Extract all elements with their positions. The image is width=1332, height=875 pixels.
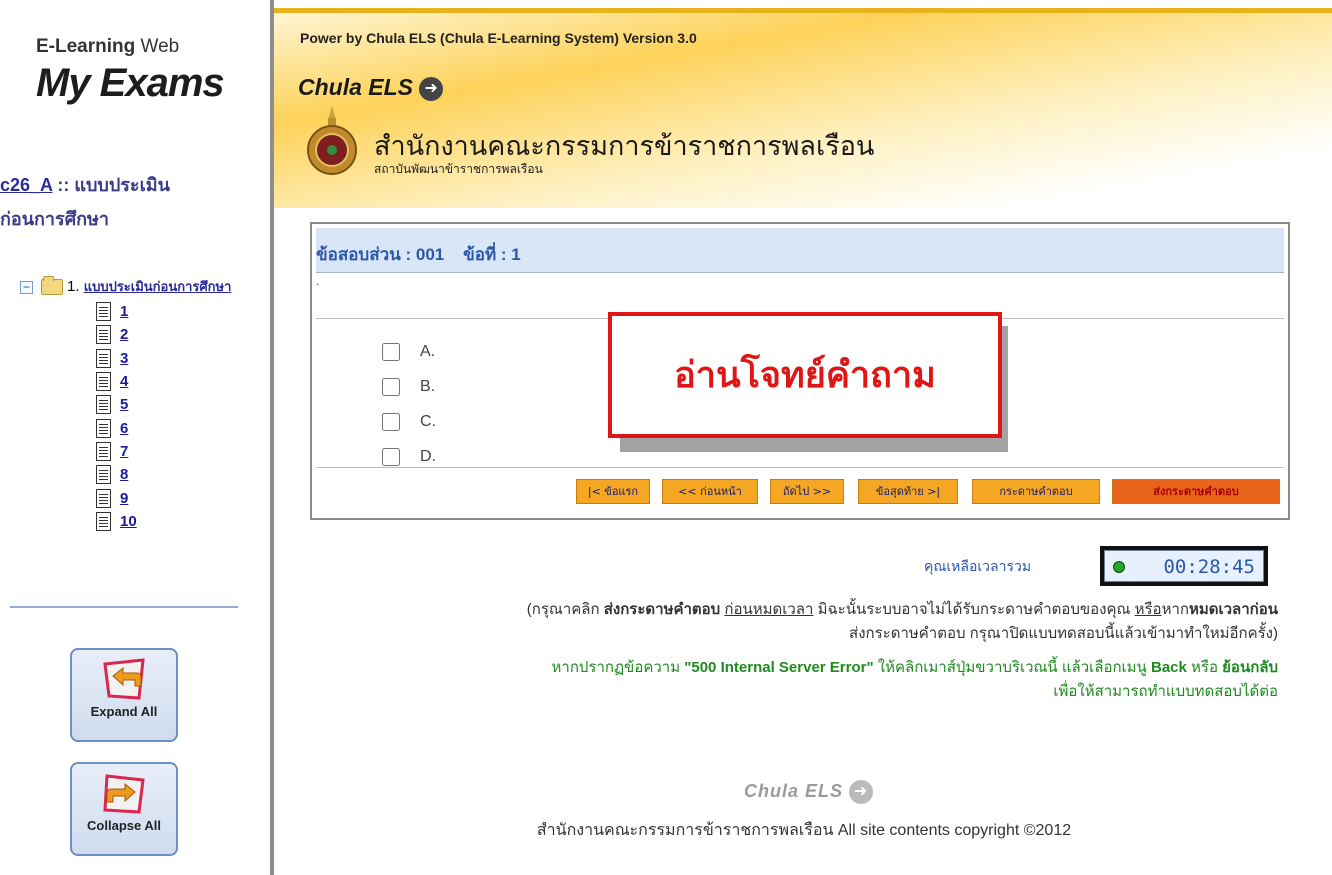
emblem-icon — [307, 106, 357, 175]
status-dot-icon — [1113, 561, 1125, 573]
server-error-notice: หากปรากฏข้อความ "500 Internal Server Err… — [551, 659, 1278, 700]
collapse-arrow-icon — [103, 774, 145, 814]
document-icon — [96, 372, 111, 392]
question-link[interactable]: 10 — [120, 513, 137, 530]
brand-title: My Exams — [36, 61, 225, 105]
power-by-text: Power by Chula ELS (Chula E-Learning Sys… — [300, 30, 697, 46]
choice-row: C. — [382, 404, 436, 439]
tree-root: −1. แบบประเมินก่อนการศึกษา — [20, 276, 270, 297]
tree-item: 1 — [96, 300, 137, 323]
question-link[interactable]: 7 — [120, 443, 128, 460]
choice-checkbox[interactable] — [382, 412, 400, 431]
org-subtitle: สถาบันพัฒนาข้าราชการพลเรือน — [374, 162, 543, 176]
tree-item: 3 — [96, 347, 137, 370]
timer-value: 00:28:45 — [1163, 556, 1255, 578]
minus-box-icon[interactable]: − — [20, 280, 33, 294]
time-remaining-label: คุณเหลือเวลารวม — [924, 558, 1032, 574]
question-link[interactable]: 9 — [120, 490, 128, 507]
tree-item: 10 — [96, 510, 137, 533]
previous-question-button[interactable]: << ก่อนหน้า — [662, 479, 758, 504]
folder-open-icon — [41, 276, 63, 296]
first-question-button[interactable]: |< ข้อแรก — [576, 479, 650, 504]
navigation-bar: |< ข้อแรก << ก่อนหน้า ถัดไป >> ข้อสุดท้า… — [316, 467, 1284, 513]
collapse-all-button[interactable]: Collapse All — [70, 762, 178, 856]
tree-item: 8 — [96, 463, 137, 486]
submit-notice: (กรุณาคลิก ส่งกระดาษคำตอบ ก่อนหมดเวลา มิ… — [526, 601, 1278, 642]
choice-checkbox[interactable] — [382, 377, 400, 396]
document-icon — [96, 488, 111, 508]
choice-list: A. B. C. D. — [382, 334, 436, 474]
document-icon — [96, 302, 111, 322]
question-tree: 1 2 3 4 5 6 7 8 9 10 — [96, 300, 137, 533]
footer-logo: Chula ELS ➜ — [744, 780, 874, 804]
expand-arrow-icon — [103, 658, 145, 700]
last-question-button[interactable]: ข้อสุดท้าย >| — [858, 479, 958, 504]
chula-els-logo: Chula ELS ➜ — [298, 74, 444, 101]
main-content: Power by Chula ELS (Chula E-Learning Sys… — [274, 0, 1332, 875]
tree-item: 7 — [96, 440, 137, 463]
question-link[interactable]: 4 — [120, 373, 128, 390]
expand-all-button[interactable]: Expand All — [70, 648, 178, 742]
course-code-link[interactable]: c26_A — [0, 175, 52, 195]
document-icon — [96, 465, 111, 485]
tree-item: 9 — [96, 486, 137, 509]
read-question-callout: อ่านโจทย์คำถาม — [608, 312, 1002, 438]
course-title: c26_A :: แบบประเมิน ก่อนการศึกษา — [0, 175, 170, 229]
question-link[interactable]: 1 — [120, 303, 128, 320]
document-icon — [96, 348, 111, 368]
copyright-text: สำนักงานคณะกรรมการข้าราชการพลเรือน All s… — [536, 822, 1072, 839]
sidebar-divider — [10, 606, 238, 608]
exam-heading-bar: ข้อสอบส่วน : 001 ข้อที่ : 1 — [316, 228, 1284, 273]
tree-item: 2 — [96, 323, 137, 346]
tree-root-link[interactable]: แบบประเมินก่อนการศึกษา — [84, 279, 232, 294]
answer-sheet-button[interactable]: กระดาษคำตอบ — [972, 479, 1100, 504]
document-icon — [96, 325, 111, 345]
choice-row: B. — [382, 369, 436, 404]
document-icon — [96, 441, 111, 461]
document-icon — [96, 418, 111, 438]
question-link[interactable]: 5 — [120, 396, 128, 413]
tree-item: 4 — [96, 370, 137, 393]
arrow-right-circle-icon: ➜ — [419, 76, 444, 101]
choice-row: A. — [382, 334, 436, 369]
next-question-button[interactable]: ถัดไป >> — [770, 479, 844, 504]
tree-item: 6 — [96, 416, 137, 439]
section-heading: ข้อสอบส่วน : 001 ข้อที่ : 1 — [316, 245, 521, 264]
question-link[interactable]: 8 — [120, 466, 128, 483]
choice-checkbox[interactable] — [382, 447, 400, 466]
submit-answers-button[interactable]: ส่งกระดาษคำตอบ — [1112, 479, 1280, 504]
sidebar: E-Learning Web My Exams c26_A :: แบบประเ… — [0, 0, 274, 875]
document-icon — [96, 395, 111, 415]
countdown-timer: 00:28:45 — [1100, 546, 1268, 586]
arrow-right-circle-icon: ➜ — [849, 780, 874, 804]
question-link[interactable]: 3 — [120, 350, 128, 367]
brand-subtitle: E-Learning Web — [36, 36, 180, 57]
question-link[interactable]: 2 — [120, 326, 128, 343]
header-band — [274, 8, 1332, 13]
tree-item: 5 — [96, 393, 137, 416]
choice-checkbox[interactable] — [382, 342, 400, 361]
document-icon — [96, 511, 111, 531]
question-link[interactable]: 6 — [120, 420, 128, 437]
